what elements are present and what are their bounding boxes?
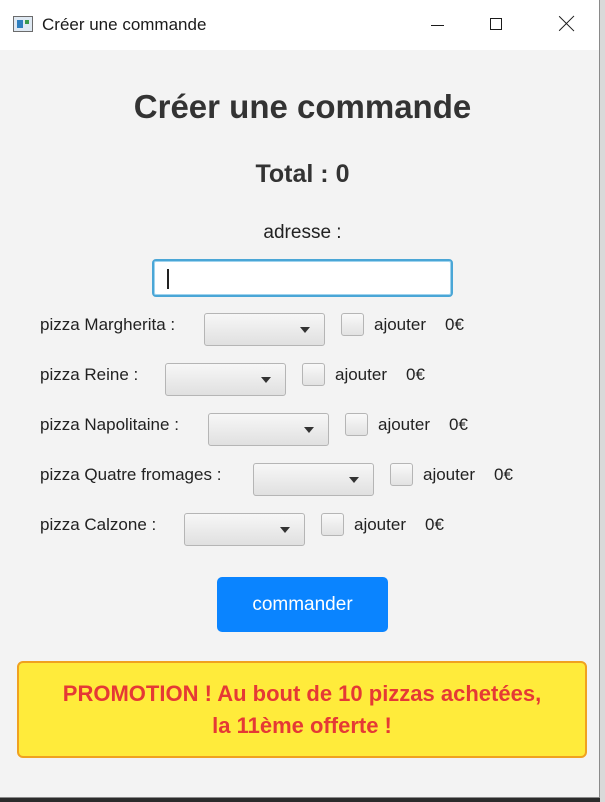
add-checkbox-margherita[interactable] [341, 313, 364, 336]
chevron-down-icon [280, 527, 290, 533]
chevron-down-icon [349, 477, 359, 483]
address-input[interactable] [152, 259, 453, 297]
pizza-label-napolitaine: pizza Napolitaine : [40, 415, 179, 434]
chevron-down-icon [300, 327, 310, 333]
pizza-label-quatre-fromages: pizza Quatre fromages : [40, 465, 222, 484]
pizza-label-margherita: pizza Margherita : [40, 315, 176, 334]
add-checkbox-quatre-fromages[interactable] [390, 463, 413, 486]
price-reine: 0€ [406, 365, 425, 384]
promotion-line-1: PROMOTION ! Au bout de 10 pizzas achetée… [62, 680, 542, 706]
add-label-napolitaine: ajouter [378, 415, 430, 434]
order-window: Créer une commande Créer une commande To… [0, 0, 600, 798]
add-label-reine: ajouter [335, 365, 387, 384]
maximize-button[interactable] [474, 0, 520, 50]
minimize-button[interactable] [414, 0, 460, 50]
close-icon [558, 14, 576, 32]
order-button[interactable]: commander [217, 577, 388, 632]
minimize-icon [431, 25, 444, 26]
price-napolitaine: 0€ [449, 415, 468, 434]
address-label: adresse : [263, 222, 342, 243]
background-window-strip [600, 0, 605, 802]
promotion-line-2: la 11ème offerte ! [212, 712, 392, 738]
close-button[interactable] [544, 0, 590, 50]
add-checkbox-napolitaine[interactable] [345, 413, 368, 436]
quantity-select-calzone[interactable] [184, 513, 305, 546]
chevron-down-icon [261, 377, 271, 383]
add-label-margherita: ajouter [374, 315, 426, 334]
pizza-label-calzone: pizza Calzone : [40, 515, 157, 534]
add-label-quatre-fromages: ajouter [423, 465, 475, 484]
add-checkbox-reine[interactable] [302, 363, 325, 386]
quantity-select-napolitaine[interactable] [208, 413, 329, 446]
window-title: Créer une commande [42, 15, 207, 34]
maximize-icon [490, 18, 502, 30]
page-title: Créer une commande [133, 88, 472, 125]
quantity-select-quatre-fromages[interactable] [253, 463, 374, 496]
price-margherita: 0€ [445, 315, 464, 334]
add-checkbox-calzone[interactable] [321, 513, 344, 536]
pizza-label-reine: pizza Reine : [40, 365, 139, 384]
add-label-calzone: ajouter [354, 515, 406, 534]
price-quatre-fromages: 0€ [494, 465, 513, 484]
quantity-select-margherita[interactable] [204, 313, 325, 346]
promotion-banner: PROMOTION ! Au bout de 10 pizzas achetée… [17, 661, 587, 758]
title-bar: Créer une commande [0, 0, 599, 50]
order-total: Total : 0 [255, 160, 350, 188]
app-icon [13, 16, 33, 32]
quantity-select-reine[interactable] [165, 363, 286, 396]
chevron-down-icon [304, 427, 314, 433]
price-calzone: 0€ [425, 515, 444, 534]
